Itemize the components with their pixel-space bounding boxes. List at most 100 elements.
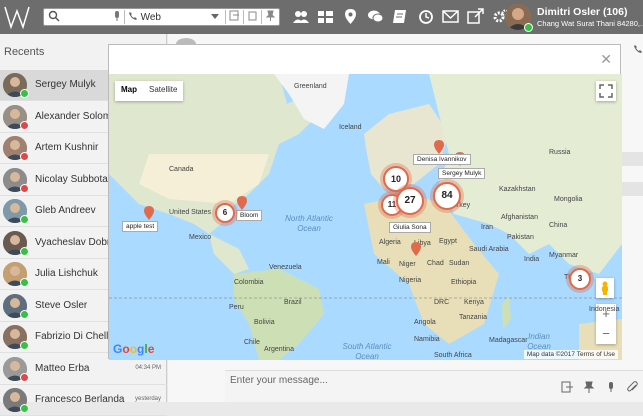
status-indicator-icon [20, 278, 29, 287]
google-logo: Google [113, 342, 155, 356]
message-bubble [621, 182, 643, 196]
external-link-icon[interactable] [467, 8, 484, 25]
location-pin-icon[interactable] [144, 206, 154, 220]
marker-label[interactable]: Giulia Sona [389, 222, 431, 233]
user-location: Chang Wat Surat Thani 84280,... [537, 19, 643, 28]
contact-name: Nicolay Subbota [35, 173, 108, 185]
map-view-button[interactable]: Map [115, 81, 143, 101]
place-label: Nigeria [399, 277, 422, 284]
marker-label[interactable]: Bloom [236, 210, 263, 221]
place-label: Chad [427, 260, 444, 267]
place-label: Kazakhstan [499, 186, 536, 193]
status-indicator-icon [20, 404, 29, 413]
map-marker-icon[interactable] [342, 8, 359, 25]
status-indicator-icon [20, 89, 29, 98]
search-bar[interactable]: Web [43, 8, 280, 26]
message-composer: Enter your message... [225, 370, 643, 402]
phone-icon [128, 11, 138, 24]
message-input[interactable]: Enter your message... [230, 375, 328, 386]
map-type-control: Map Satellite [115, 81, 184, 101]
place-label: Mongolia [554, 196, 583, 203]
contact-name: Steve Osler [35, 299, 88, 311]
status-indicator-icon [20, 309, 29, 319]
place-label: Greenland [294, 83, 327, 90]
marker-cluster[interactable]: 27 [396, 187, 424, 215]
contact-name: Artem Kushnir [35, 142, 99, 153]
contact-name: Julia Lishchuk [35, 268, 98, 279]
status-indicator-icon [20, 341, 29, 350]
street-view-pegman-icon[interactable] [596, 278, 614, 298]
world-map[interactable]: Map Satellite + − North Atlantic Ocean S… [109, 74, 622, 360]
call-icon[interactable] [633, 44, 643, 57]
marker-label[interactable]: Denisa Ivannikov [413, 154, 471, 165]
marker-cluster[interactable]: 3 [569, 268, 591, 290]
marker-cluster[interactable]: 84 [433, 182, 461, 210]
contact-name: Gleb Andreev [35, 205, 96, 216]
place-label: Sudan [449, 260, 470, 267]
place-label: DRC [434, 299, 450, 306]
divider [123, 10, 125, 24]
contact-name: Fabrizio Di Chello [35, 331, 114, 342]
map-modal: ✕ Map Satellite + − North Atlantic Ocean… [108, 44, 622, 360]
contacts-icon[interactable] [292, 8, 309, 25]
contact-item[interactable]: Francesco Berlanda yesterday [0, 385, 167, 416]
place-label: Egypt [439, 238, 457, 245]
status-indicator-icon [20, 372, 29, 382]
map-attribution[interactable]: Map data ©2017 Terms of Use [523, 350, 618, 359]
chevron-down-icon[interactable] [211, 11, 219, 23]
ocean-label: North Atlantic Ocean [285, 214, 333, 233]
close-icon[interactable]: ✕ [600, 51, 612, 68]
place-label: South Africa [434, 352, 472, 359]
contact-name: Vyacheslav Dobre [35, 236, 116, 248]
place-label: Colombia [234, 279, 264, 286]
call-transfer-icon[interactable] [229, 10, 240, 24]
place-label: Pakistan [507, 234, 534, 241]
search-scope-select[interactable]: Web [141, 12, 161, 23]
satellite-view-button[interactable]: Satellite [143, 81, 183, 101]
book-icon[interactable] [392, 8, 409, 25]
location-pin-icon[interactable] [434, 140, 444, 154]
marker-cluster[interactable]: 6 [215, 203, 235, 223]
user-profile[interactable]: Dimitri Osler (106) Chang Wat Surat Than… [505, 4, 643, 32]
app-logo[interactable] [0, 0, 34, 34]
pin-icon[interactable] [583, 381, 595, 393]
history-icon[interactable] [417, 8, 434, 25]
place-label: China [549, 222, 568, 229]
contact-timestamp: yesterday [134, 396, 161, 402]
location-pin-icon[interactable] [411, 242, 421, 256]
status-indicator-icon [20, 183, 29, 193]
search-icon[interactable] [48, 10, 62, 24]
contact-name: Francesco Berlanda [35, 394, 125, 405]
status-indicator-icon [20, 152, 29, 161]
place-label: Iceland [339, 124, 362, 131]
pin-icon[interactable] [265, 10, 276, 24]
marker-label[interactable]: Sergey Mulyk [438, 168, 486, 179]
grid-icon[interactable] [317, 8, 334, 25]
place-label: Mexico [189, 234, 212, 241]
contact-name: Sergey Mulyk [35, 79, 96, 90]
chat-icon[interactable] [367, 8, 384, 25]
place-label: Peru [229, 304, 244, 311]
microphone-icon[interactable] [113, 10, 121, 25]
clipboard-icon[interactable] [247, 10, 258, 24]
divider [243, 10, 244, 24]
mail-icon[interactable] [442, 8, 459, 25]
marker-label[interactable]: apple test [122, 221, 159, 232]
fullscreen-icon[interactable] [596, 81, 616, 101]
status-indicator-icon [20, 120, 29, 130]
map-land [109, 74, 622, 360]
divider [261, 10, 262, 24]
place-label: Afghanistan [501, 214, 538, 221]
place-label: India [524, 256, 540, 263]
transfer-icon[interactable] [561, 381, 573, 393]
place-label: Brazil [284, 299, 302, 306]
place-label: Algeria [379, 239, 401, 246]
location-pin-icon[interactable] [237, 196, 247, 210]
attachment-icon[interactable] [627, 381, 639, 393]
microphone-icon[interactable] [605, 381, 617, 393]
divider [225, 10, 226, 24]
zoom-out-button[interactable]: − [596, 324, 616, 344]
toolbar [292, 8, 534, 25]
place-label: Kenya [464, 299, 484, 306]
place-label: Chile [244, 339, 260, 346]
